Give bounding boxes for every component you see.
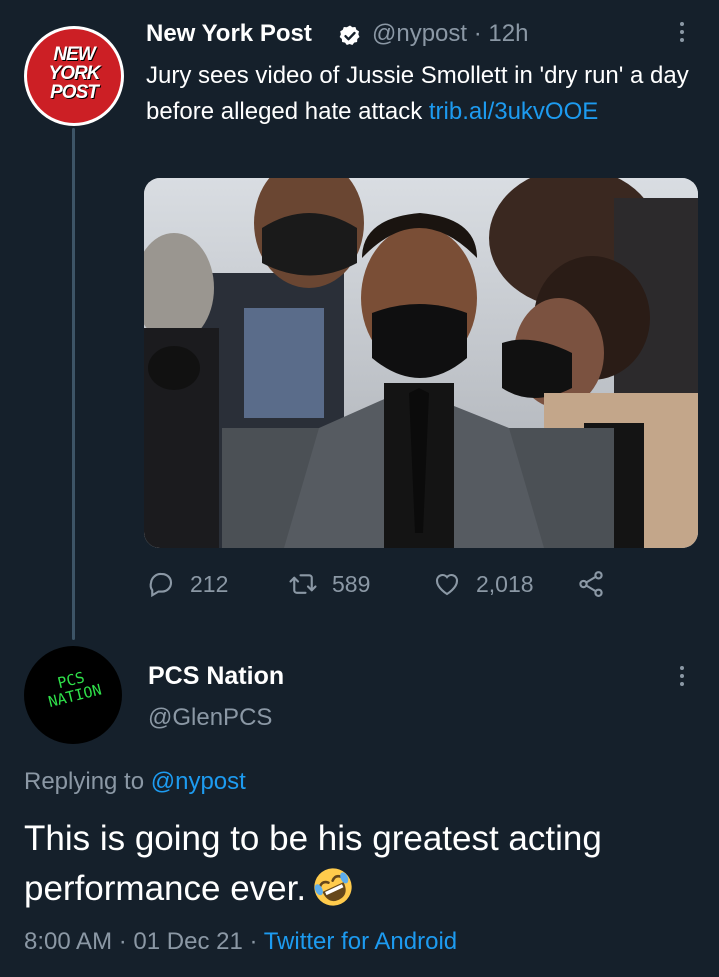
pcs-logo-text: PCS NATION [46,668,104,712]
like-count: 2,018 [476,570,534,597]
meta-dot-2: · [249,928,258,955]
nypost-avatar[interactable]: NEW YORK POST [24,26,124,126]
reply-date[interactable]: 01 Dec 21 [133,928,242,955]
replying-to-handle[interactable]: @nypost [151,768,246,795]
reply-time[interactable]: 8:00 AM [24,928,112,955]
tweet-text: Jury sees video of Jussie Smollett in 'd… [146,58,701,130]
separator-dot: · [473,20,482,47]
author-handle[interactable]: @nypost [372,20,467,47]
share-action[interactable] [576,566,620,602]
replying-label: Replying to [24,768,151,795]
heart-icon [435,573,459,596]
tweet-body: Jury sees video of Jussie Smollett in 'd… [146,62,689,125]
retweet-count: 589 [332,570,371,597]
rolling-on-floor-laughing-icon [314,868,352,906]
replying-to: Replying to @nypost [24,768,246,796]
nypost-logo: NEW YORK POST [27,29,121,123]
like-action[interactable]: 2,018 [432,566,534,602]
photo-people-masks [144,178,698,548]
tweet-photo[interactable] [144,178,698,548]
reply-count: 212 [190,570,229,597]
author-handle-and-time: @nypost · 12h [372,20,528,48]
tweet-link[interactable]: trib.al/3ukvOOE [429,98,598,125]
meta-dot-1: · [118,928,127,955]
retweet-action[interactable]: 589 [288,566,370,602]
reply-author-handle[interactable]: @GlenPCS [148,704,272,732]
reply-icon [149,572,173,598]
reply-author-name[interactable]: PCS Nation [148,662,284,691]
thread-connector-line [72,128,75,640]
nypost-logo-text: NEW YORK POST [48,44,101,103]
retweet-icon [289,574,317,594]
share-icon [579,571,603,597]
reply-metadata: 8:00 AM · 01 Dec 21 · Twitter for Androi… [24,928,457,956]
reply-source[interactable]: Twitter for Android [264,928,457,955]
verified-badge-icon [339,25,360,45]
pcs-nation-avatar[interactable]: PCS NATION [24,646,122,744]
reply-text: This is going to be his greatest acting … [24,814,714,914]
reply-more-options-icon[interactable] [670,662,694,696]
tweet-time[interactable]: 12h [488,20,528,47]
reply-action[interactable]: 212 [146,566,228,602]
author-name[interactable]: New York Post [146,20,312,48]
more-options-icon[interactable] [670,18,694,52]
